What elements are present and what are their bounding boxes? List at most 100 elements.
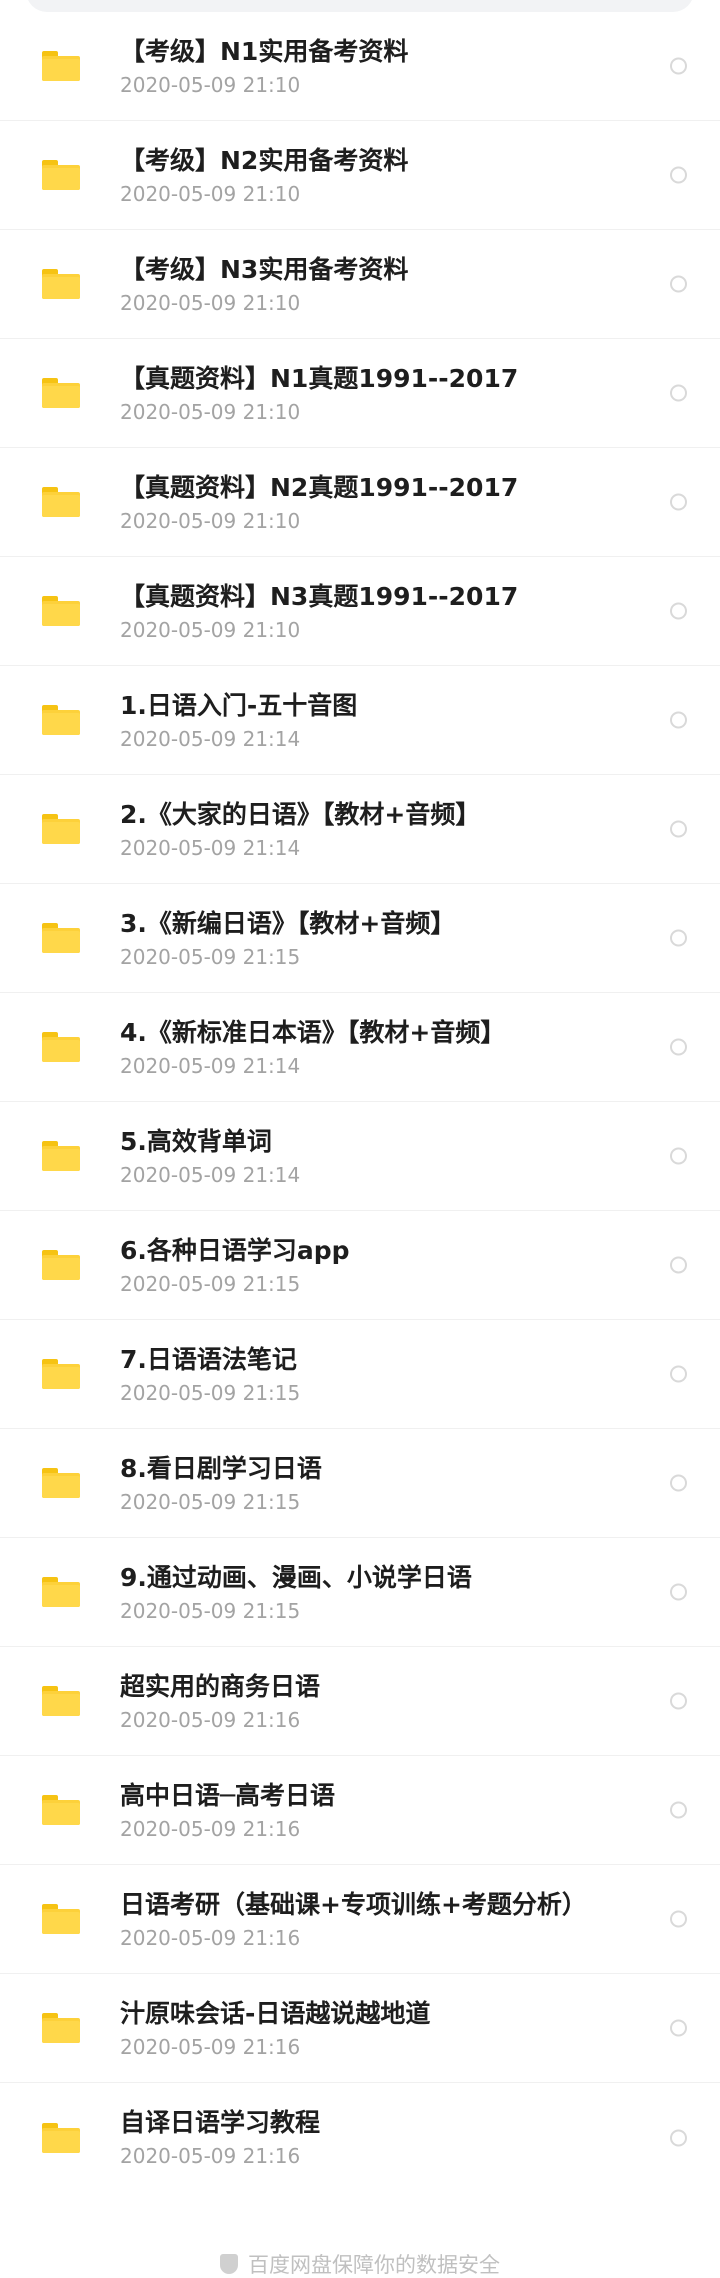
file-row[interactable]: 6.各种日语学习app 2020-05-09 21:15 — [0, 1211, 720, 1320]
select-radio[interactable] — [670, 1474, 687, 1492]
folder-icon — [42, 1577, 80, 1607]
file-date: 2020-05-09 21:14 — [120, 1163, 301, 1187]
file-row[interactable]: 日语考研（基础课+专项训练+考题分析） 2020-05-09 21:16 — [0, 1865, 720, 1974]
folder-icon — [42, 1468, 80, 1498]
file-name: 6.各种日语学习app — [120, 1236, 350, 1265]
file-name: 自译日语学习教程 — [120, 2108, 321, 2137]
file-name: 【真题资料】N3真题1991--2017 — [120, 582, 519, 611]
folder-icon — [42, 1250, 80, 1280]
file-date: 2020-05-09 21:10 — [120, 618, 301, 642]
file-row[interactable]: 【考级】N3实用备考资料 2020-05-09 21:10 — [0, 230, 720, 339]
file-name: 日语考研（基础课+专项训练+考题分析） — [120, 1890, 587, 1919]
select-radio[interactable] — [670, 711, 687, 729]
folder-icon — [42, 1141, 80, 1171]
folder-icon — [42, 1359, 80, 1389]
file-name: 2.《大家的日语》【教材+音频】 — [120, 800, 481, 829]
select-radio[interactable] — [670, 166, 687, 184]
file-row[interactable]: 2.《大家的日语》【教材+音频】 2020-05-09 21:14 — [0, 775, 720, 884]
file-date: 2020-05-09 21:10 — [120, 73, 301, 97]
select-radio[interactable] — [670, 820, 687, 838]
file-name: 5.高效背单词 — [120, 1127, 272, 1156]
file-row[interactable]: 汁原味会话-日语越说越地道 2020-05-09 21:16 — [0, 1974, 720, 2083]
file-name: 汁原味会话-日语越说越地道 — [120, 1999, 431, 2028]
select-radio[interactable] — [670, 1583, 687, 1601]
folder-icon — [42, 1032, 80, 1062]
folder-icon — [42, 2122, 80, 2153]
file-row[interactable]: 5.高效背单词 2020-05-09 21:14 — [0, 1102, 720, 1211]
folder-icon — [42, 596, 80, 626]
select-radio[interactable] — [670, 2129, 687, 2146]
select-radio[interactable] — [670, 2019, 687, 2037]
file-name: 4.《新标准日本语》【教材+音频】 — [120, 1018, 506, 1047]
select-radio[interactable] — [670, 1801, 687, 1819]
file-row[interactable]: 4.《新标准日本语》【教材+音频】 2020-05-09 21:14 — [0, 993, 720, 1102]
file-name: 7.日语语法笔记 — [120, 1345, 297, 1374]
folder-icon — [42, 1795, 80, 1825]
security-footer: 百度网盘保障你的数据安全 — [0, 2252, 720, 2278]
file-name: 【真题资料】N2真题1991--2017 — [120, 473, 519, 502]
select-radio[interactable] — [670, 1365, 687, 1383]
file-date: 2020-05-09 21:14 — [120, 1054, 301, 1078]
folder-icon — [42, 1686, 80, 1716]
file-date: 2020-05-09 21:14 — [120, 836, 301, 860]
select-radio[interactable] — [670, 929, 687, 947]
file-name: 9.通过动画、漫画、小说学日语 — [120, 1563, 472, 1592]
select-radio[interactable] — [670, 1256, 687, 1274]
footer-text: 百度网盘保障你的数据安全 — [248, 2253, 500, 2277]
file-date: 2020-05-09 21:16 — [120, 2144, 301, 2168]
file-date: 2020-05-09 21:15 — [120, 1490, 301, 1514]
file-row[interactable]: 【真题资料】N1真题1991--2017 2020-05-09 21:10 — [0, 339, 720, 448]
folder-icon — [42, 2013, 80, 2043]
file-date: 2020-05-09 21:16 — [120, 2035, 301, 2059]
file-row[interactable]: 超实用的商务日语 2020-05-09 21:16 — [0, 1647, 720, 1756]
file-date: 2020-05-09 21:16 — [120, 1708, 301, 1732]
file-date: 2020-05-09 21:16 — [120, 1926, 301, 1950]
folder-icon — [42, 378, 80, 408]
file-date: 2020-05-09 21:16 — [120, 1817, 301, 1841]
shield-icon — [220, 2254, 238, 2274]
select-radio[interactable] — [670, 1910, 687, 1928]
file-date: 2020-05-09 21:15 — [120, 1272, 301, 1296]
select-radio[interactable] — [670, 602, 687, 620]
select-radio[interactable] — [670, 493, 687, 511]
file-row[interactable]: 【考级】N2实用备考资料 2020-05-09 21:10 — [0, 121, 720, 230]
file-date: 2020-05-09 21:10 — [120, 509, 301, 533]
file-date: 2020-05-09 21:15 — [120, 1599, 301, 1623]
file-name: 8.看日剧学习日语 — [120, 1454, 322, 1483]
file-row[interactable]: 3.《新编日语》【教材+音频】 2020-05-09 21:15 — [0, 884, 720, 993]
folder-icon — [42, 269, 80, 299]
file-row[interactable]: 【真题资料】N2真题1991--2017 2020-05-09 21:10 — [0, 448, 720, 557]
folder-icon — [42, 705, 80, 735]
folder-icon — [42, 1904, 80, 1934]
file-row[interactable]: 8.看日剧学习日语 2020-05-09 21:15 — [0, 1429, 720, 1538]
select-radio[interactable] — [670, 1147, 687, 1165]
folder-icon — [42, 814, 80, 844]
file-date: 2020-05-09 21:10 — [120, 291, 301, 315]
file-row[interactable]: 【考级】N1实用备考资料 2020-05-09 21:10 — [0, 12, 720, 121]
folder-icon — [42, 487, 80, 517]
file-row[interactable]: 7.日语语法笔记 2020-05-09 21:15 — [0, 1320, 720, 1429]
folder-icon — [42, 160, 80, 190]
file-date: 2020-05-09 21:10 — [120, 182, 301, 206]
select-radio[interactable] — [670, 1038, 687, 1056]
file-row[interactable]: 1.日语入门-五十音图 2020-05-09 21:14 — [0, 666, 720, 775]
file-row[interactable]: 9.通过动画、漫画、小说学日语 2020-05-09 21:15 — [0, 1538, 720, 1647]
file-date: 2020-05-09 21:10 — [120, 400, 301, 424]
search-bar-bottom-edge — [26, 0, 694, 12]
select-radio[interactable] — [670, 57, 687, 75]
file-row[interactable]: 自译日语学习教程 2020-05-09 21:16 — [0, 2083, 720, 2192]
file-name: 【真题资料】N1真题1991--2017 — [120, 364, 519, 393]
file-row[interactable]: 【真题资料】N3真题1991--2017 2020-05-09 21:10 — [0, 557, 720, 666]
file-date: 2020-05-09 21:14 — [120, 727, 301, 751]
select-radio[interactable] — [670, 1692, 687, 1710]
folder-icon — [42, 51, 80, 81]
file-name: 高中日语─高考日语 — [120, 1781, 336, 1810]
folder-icon — [42, 923, 80, 953]
file-row[interactable]: 高中日语─高考日语 2020-05-09 21:16 — [0, 1756, 720, 1865]
select-radio[interactable] — [670, 384, 687, 402]
file-name: 3.《新编日语》【教材+音频】 — [120, 909, 456, 938]
select-radio[interactable] — [670, 275, 687, 293]
file-name: 【考级】N3实用备考资料 — [120, 255, 409, 284]
file-name: 超实用的商务日语 — [120, 1672, 321, 1701]
file-date: 2020-05-09 21:15 — [120, 1381, 301, 1405]
